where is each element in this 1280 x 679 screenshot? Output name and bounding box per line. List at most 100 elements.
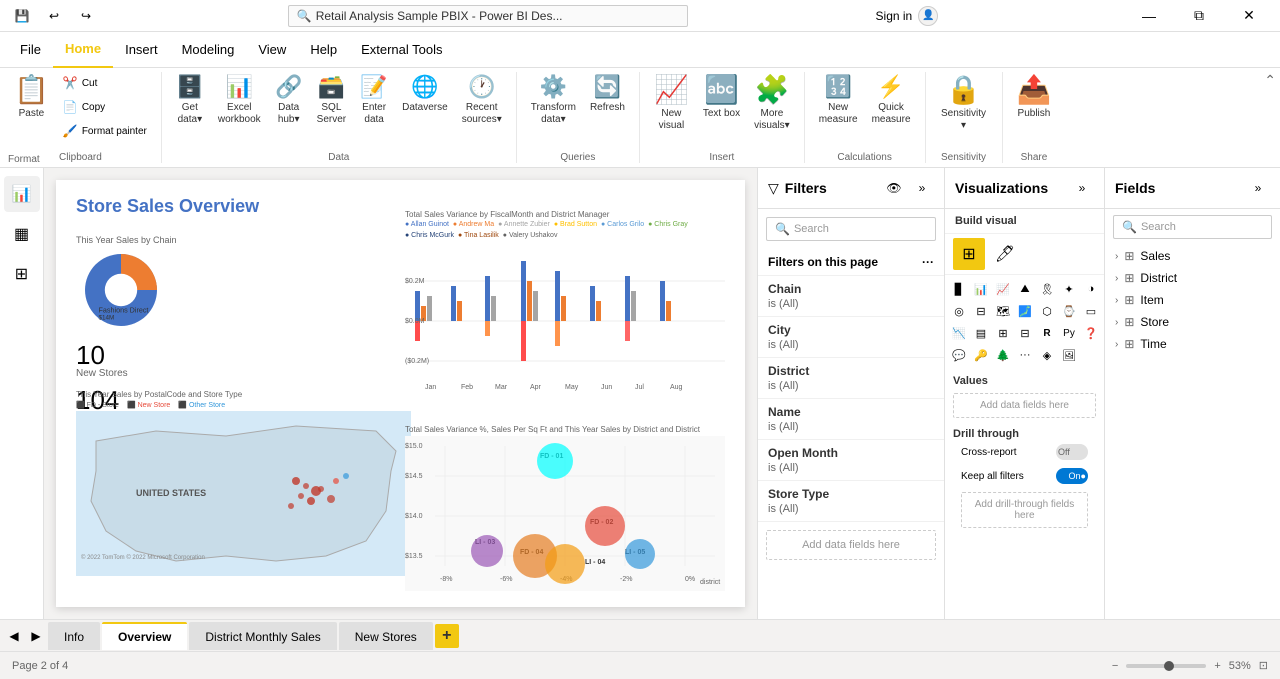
viz-kpi[interactable]: 📉 <box>949 323 969 343</box>
viz-smart-narrative[interactable]: 💬 <box>949 345 969 365</box>
fields-expand-icon[interactable]: » <box>1246 176 1270 200</box>
undo-icon[interactable]: ↩ <box>40 2 68 30</box>
format-painter-button[interactable]: 🖌️Format painter <box>57 120 153 142</box>
text-box-button[interactable]: 🔤 Text box <box>697 72 746 144</box>
recent-sources-button[interactable]: 🕐 Recentsources▾ <box>456 72 508 144</box>
viz-python[interactable]: Py <box>1059 323 1079 343</box>
menu-home[interactable]: Home <box>53 32 113 68</box>
viz-line-chart[interactable]: 📈 <box>993 279 1013 299</box>
field-item[interactable]: › ⊞ Item <box>1105 289 1280 311</box>
data-hub-button[interactable]: 🔗 Datahub▾ <box>269 72 309 144</box>
viz-bar-chart[interactable]: ▊ <box>949 279 969 299</box>
viz-donut-chart[interactable]: ◎ <box>949 301 969 321</box>
sidebar-data-button[interactable]: ▦ <box>4 216 40 252</box>
field-time[interactable]: › ⊞ Time <box>1105 333 1280 355</box>
field-store[interactable]: › ⊞ Store <box>1105 311 1280 333</box>
menu-file[interactable]: File <box>8 32 53 68</box>
viz-decomp-tree[interactable]: 🌲 <box>993 345 1013 365</box>
filter-chain[interactable]: Chain is (All) <box>758 276 944 317</box>
new-visual-button[interactable]: 📈 Newvisual <box>648 72 695 144</box>
menu-help[interactable]: Help <box>298 32 349 68</box>
sidebar-model-button[interactable]: ⊞ <box>4 256 40 292</box>
close-button[interactable]: ✕ <box>1226 0 1272 32</box>
new-measure-button[interactable]: 🔢 Newmeasure <box>813 72 864 144</box>
keep-filters-toggle[interactable]: On● <box>1056 468 1088 484</box>
redo-icon[interactable]: ↪ <box>72 2 100 30</box>
get-data-button[interactable]: 🗄️ Getdata▾ <box>170 72 210 144</box>
restore-button[interactable]: ⧉ <box>1176 0 1222 32</box>
menu-insert[interactable]: Insert <box>113 32 170 68</box>
sign-in-button[interactable]: Sign in 👤 <box>876 6 939 26</box>
viz-expand-icon[interactable]: » <box>1070 176 1094 200</box>
publish-button[interactable]: 📤 Publish <box>1011 72 1058 144</box>
transform-data-button[interactable]: ⚙️ Transformdata▾ <box>525 72 582 144</box>
viz-card[interactable]: ▭ <box>1081 301 1101 321</box>
viz-r-visual[interactable]: R <box>1037 323 1057 343</box>
viz-funnel[interactable]: ⬡ <box>1037 301 1057 321</box>
filters-add-fields[interactable]: Add data fields here <box>766 530 936 560</box>
tab-overview[interactable]: Overview <box>102 622 187 650</box>
paste-button[interactable]: 📋 Paste <box>8 72 55 144</box>
zoom-slider[interactable] <box>1126 664 1206 668</box>
tab-new-stores[interactable]: New Stores <box>339 622 433 650</box>
filter-city[interactable]: City is (All) <box>758 317 944 358</box>
filter-open-month[interactable]: Open Month is (All) <box>758 440 944 481</box>
filters-search-box[interactable]: 🔍 Search <box>766 217 936 241</box>
quick-measure-button[interactable]: ⚡ Quickmeasure <box>866 72 917 144</box>
sidebar-report-button[interactable]: 📊 <box>4 176 40 212</box>
filter-district[interactable]: District is (All) <box>758 358 944 399</box>
viz-mode-format[interactable]: 🖊 <box>989 238 1021 270</box>
copy-button[interactable]: 📄Copy <box>57 96 153 118</box>
dataverse-button[interactable]: 🌐 Dataverse <box>396 72 454 144</box>
excel-workbook-button[interactable]: 📊 Excelworkbook <box>212 72 267 144</box>
minimize-button[interactable]: — <box>1126 0 1172 32</box>
viz-area-chart[interactable]: ⛰ <box>1015 279 1035 299</box>
tab-district-monthly[interactable]: District Monthly Sales <box>189 622 336 650</box>
viz-scatter-chart[interactable]: ✦ <box>1059 279 1079 299</box>
viz-key-influencers[interactable]: 🔑 <box>971 345 991 365</box>
tab-add-button[interactable]: + <box>435 624 459 648</box>
viz-shape[interactable]: ◈ <box>1037 345 1057 365</box>
viz-gauge[interactable]: ⌚ <box>1059 301 1079 321</box>
viz-column-chart[interactable]: 📊 <box>971 279 991 299</box>
filters-expand-icon[interactable]: » <box>910 176 934 200</box>
save-icon[interactable]: 💾 <box>8 2 36 30</box>
fields-search-box[interactable]: 🔍 Search <box>1113 215 1272 239</box>
zoom-minus[interactable]: − <box>1112 660 1118 672</box>
filter-name[interactable]: Name is (All) <box>758 399 944 440</box>
drill-drop-area[interactable]: Add drill-through fields here <box>961 492 1088 528</box>
viz-pie-chart[interactable]: ◑ <box>1081 279 1101 299</box>
fit-page-icon[interactable]: ⊡ <box>1259 659 1268 672</box>
viz-image[interactable]: 🖼 <box>1059 345 1079 365</box>
filter-store-type[interactable]: Store Type is (All) <box>758 481 944 522</box>
more-visuals-button[interactable]: 🧩 Morevisuals▾ <box>748 72 796 144</box>
refresh-button[interactable]: 🔄 Refresh <box>584 72 631 144</box>
viz-slicer[interactable]: ▤ <box>971 323 991 343</box>
viz-more[interactable]: ··· <box>1015 345 1035 365</box>
cross-report-toggle[interactable]: Off <box>1056 444 1088 460</box>
field-district[interactable]: › ⊞ District <box>1105 267 1280 289</box>
viz-map[interactable]: 🗺 <box>993 301 1013 321</box>
ribbon-collapse-button[interactable]: ⌃ <box>1264 72 1276 89</box>
sql-server-button[interactable]: 🗃️ SQLServer <box>311 72 352 144</box>
viz-table[interactable]: ⊞ <box>993 323 1013 343</box>
zoom-plus[interactable]: + <box>1214 660 1220 672</box>
field-sales[interactable]: › ⊞ Sales <box>1105 245 1280 267</box>
viz-qa[interactable]: ❓ <box>1081 323 1101 343</box>
enter-data-button[interactable]: 📝 Enterdata <box>354 72 394 144</box>
filters-more-icon[interactable]: ··· <box>922 255 934 269</box>
viz-ribbon-chart[interactable]: 🎗 <box>1037 279 1057 299</box>
viz-treemap[interactable]: ⊟ <box>971 301 991 321</box>
values-drop-area[interactable]: Add data fields here <box>953 393 1096 418</box>
tab-nav-prev[interactable]: ◀ <box>4 624 24 648</box>
menu-modeling[interactable]: Modeling <box>170 32 247 68</box>
viz-filled-map[interactable]: 🗾 <box>1015 301 1035 321</box>
tab-nav-next[interactable]: ▶ <box>26 624 46 648</box>
viz-mode-visual[interactable]: ⊞ <box>953 238 985 270</box>
viz-matrix[interactable]: ⊟ <box>1015 323 1035 343</box>
cut-button[interactable]: ✂️Cut <box>57 72 153 94</box>
filters-eye-icon[interactable]: 👁 <box>882 176 906 200</box>
tab-info[interactable]: Info <box>48 622 100 650</box>
sensitivity-button[interactable]: 🔒 Sensitivity▾ <box>934 72 994 144</box>
menu-external-tools[interactable]: External Tools <box>349 32 454 68</box>
